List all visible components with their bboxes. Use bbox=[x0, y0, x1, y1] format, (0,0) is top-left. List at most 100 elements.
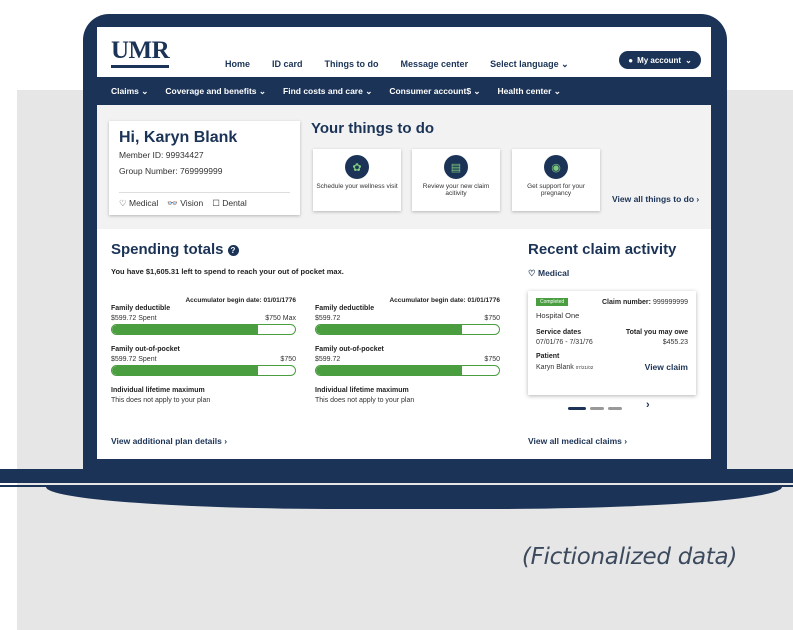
claim-number-value: 999999999 bbox=[652, 298, 688, 306]
member-card: Hi, Karyn Blank Member ID: 99934427 Grou… bbox=[109, 121, 300, 215]
nav-health-center[interactable]: Health center ⌄ bbox=[498, 86, 561, 97]
member-id: Member ID: 99934427 bbox=[119, 150, 204, 160]
nav-things-to-do[interactable]: Things to do bbox=[325, 59, 379, 70]
heart-icon: ♡ bbox=[528, 268, 536, 278]
nav-home[interactable]: Home bbox=[225, 59, 250, 70]
group-number: Group Number: 769999999 bbox=[119, 166, 223, 176]
progress-fill bbox=[112, 325, 259, 334]
lifetime-note: This does not apply to your plan bbox=[111, 397, 211, 404]
lifetime-label: Individual lifetime maximum bbox=[111, 387, 205, 394]
nav-consumer-account[interactable]: Consumer account$ ⌄ bbox=[389, 86, 480, 97]
deductible-progress-bar bbox=[111, 324, 296, 335]
coverage-medical[interactable]: ♡ Medical bbox=[119, 198, 158, 209]
progress-fill bbox=[316, 325, 463, 334]
deductible-progress-bar bbox=[315, 324, 500, 335]
claim-values: 07/01/76 - 7/31/76 $455.23 bbox=[536, 339, 688, 346]
nav-consumer-account-label: Consumer account$ bbox=[389, 85, 472, 96]
nav-id-card[interactable]: ID card bbox=[272, 59, 303, 70]
provider: Hospital One bbox=[536, 311, 580, 320]
claim-number: Claim number: 999999999 bbox=[602, 299, 688, 306]
patient: Karyn Blank 07/21/02 bbox=[536, 364, 593, 371]
nav-health-center-label: Health center bbox=[497, 85, 552, 96]
deductible-label: Family deductible bbox=[111, 305, 171, 312]
carousel-dot[interactable] bbox=[568, 407, 586, 410]
coverage-vision[interactable]: 👓 Vision bbox=[167, 198, 203, 209]
status-badge: Completed bbox=[536, 298, 569, 306]
deductible-values: $599.72 $750 bbox=[315, 315, 500, 322]
chevron-right-icon: › bbox=[696, 194, 700, 204]
spending-column: Accumulator begin date: 01/01/1776 Famil… bbox=[111, 297, 296, 404]
deductible-label: Family deductible bbox=[315, 305, 375, 312]
nav-coverage-label: Coverage and benefits bbox=[165, 85, 257, 96]
clipboard-icon: ▤ bbox=[444, 155, 468, 179]
nav-find-costs[interactable]: Find costs and care ⌄ bbox=[283, 86, 372, 97]
spending-title-text: Spending totals bbox=[111, 241, 224, 258]
help-icon[interactable]: ? bbox=[227, 244, 239, 256]
main-nav: Claims ⌄ Coverage and benefits ⌄ Find co… bbox=[97, 77, 711, 105]
chevron-down-icon: ⌄ bbox=[685, 55, 692, 65]
spending-title: Spending totals? bbox=[111, 241, 239, 258]
deductible-max: $750 bbox=[484, 315, 500, 322]
accumulator-date: Accumulator begin date: 01/01/1776 bbox=[185, 297, 296, 304]
laptop-screen: UMR Home ID card Things to do Message ce… bbox=[97, 27, 711, 459]
things-to-do-title: Your things to do bbox=[311, 120, 435, 137]
user-icon: ● bbox=[628, 55, 634, 65]
recent-category-label: Medical bbox=[538, 268, 570, 278]
oop-spent: $599.72 Spent bbox=[111, 356, 157, 363]
lifetime-note: This does not apply to your plan bbox=[315, 397, 415, 404]
oop-max: $750 bbox=[280, 356, 296, 363]
oop-spent: $599.72 bbox=[315, 356, 341, 363]
nav-claims[interactable]: Claims ⌄ bbox=[111, 86, 148, 97]
nav-coverage[interactable]: Coverage and benefits ⌄ bbox=[165, 86, 266, 97]
view-plan-details-link[interactable]: View additional plan details › bbox=[111, 436, 227, 446]
lifetime-label: Individual lifetime maximum bbox=[315, 387, 409, 394]
logo-underline bbox=[111, 65, 169, 68]
carousel-dot[interactable] bbox=[590, 407, 604, 410]
nav-select-language[interactable]: Select language ⌄ bbox=[490, 59, 569, 70]
my-account-button[interactable]: ● My account ⌄ bbox=[619, 51, 701, 69]
laptop-base bbox=[0, 469, 793, 483]
chevron-right-icon[interactable]: › bbox=[646, 399, 650, 411]
view-all-things-link[interactable]: View all things to do › bbox=[612, 194, 699, 204]
todo-label: Schedule your wellness visit bbox=[316, 183, 398, 190]
spending-subtitle: You have $1,605.31 left to spend to reac… bbox=[111, 267, 344, 276]
todo-card-claim[interactable]: ▤ Review your new claim acitivity bbox=[412, 149, 500, 211]
view-medical-claims-link[interactable]: View all medical claims › bbox=[528, 436, 627, 446]
oop-max: $750 bbox=[484, 356, 500, 363]
deductible-values: $599.72 Spent $750 Max bbox=[111, 315, 296, 322]
recent-category: ♡ Medical bbox=[528, 268, 569, 279]
support-icon: ◉ bbox=[544, 155, 568, 179]
patient-name: Karyn Blank bbox=[536, 363, 574, 371]
chevron-right-icon: › bbox=[624, 436, 628, 446]
todo-card-pregnancy[interactable]: ◉ Get support for your pregnancy bbox=[512, 149, 600, 211]
oop-label: Family out-of-pocket bbox=[111, 346, 180, 353]
oop-progress-bar bbox=[111, 365, 296, 376]
chevron-right-icon: › bbox=[224, 436, 228, 446]
coverage-medical-label: Medical bbox=[128, 198, 159, 208]
greeting: Hi, Karyn Blank bbox=[119, 129, 238, 146]
todo-card-wellness[interactable]: ✿ Schedule your wellness visit bbox=[313, 149, 401, 211]
patient-row: Karyn Blank 07/21/02 View claim bbox=[536, 362, 688, 372]
view-all-things-label: View all things to do bbox=[612, 194, 695, 204]
oop-label: Family out-of-pocket bbox=[315, 346, 384, 353]
umr-logo[interactable]: UMR bbox=[111, 37, 170, 65]
coverage-list: ♡ Medical 👓 Vision ☐ Dental bbox=[119, 192, 290, 209]
disclaimer: (Fictionalized data) bbox=[521, 544, 737, 570]
view-claim-link[interactable]: View claim bbox=[645, 362, 688, 372]
spending-column: Accumulator begin date: 01/01/1776 Famil… bbox=[315, 297, 500, 404]
carousel-dot[interactable] bbox=[608, 407, 622, 410]
wellness-icon: ✿ bbox=[345, 155, 369, 179]
view-plan-label: View additional plan details bbox=[111, 436, 222, 446]
stage: UMR Home ID card Things to do Message ce… bbox=[0, 0, 793, 630]
claim-number-label: Claim number: bbox=[601, 298, 651, 306]
top-header: UMR Home ID card Things to do Message ce… bbox=[97, 27, 711, 77]
view-medical-claims-label: View all medical claims bbox=[528, 436, 622, 446]
progress-fill bbox=[112, 366, 259, 375]
owe-amount: $455.23 bbox=[662, 339, 688, 346]
nav-message-center[interactable]: Message center bbox=[401, 59, 469, 70]
carousel-dots bbox=[568, 407, 622, 410]
todo-label: Get support for your pregnancy bbox=[527, 183, 585, 197]
select-language-label: Select language bbox=[490, 59, 559, 69]
claim-labels: Service dates Total you may owe bbox=[536, 329, 688, 336]
coverage-dental[interactable]: ☐ Dental bbox=[212, 198, 247, 209]
